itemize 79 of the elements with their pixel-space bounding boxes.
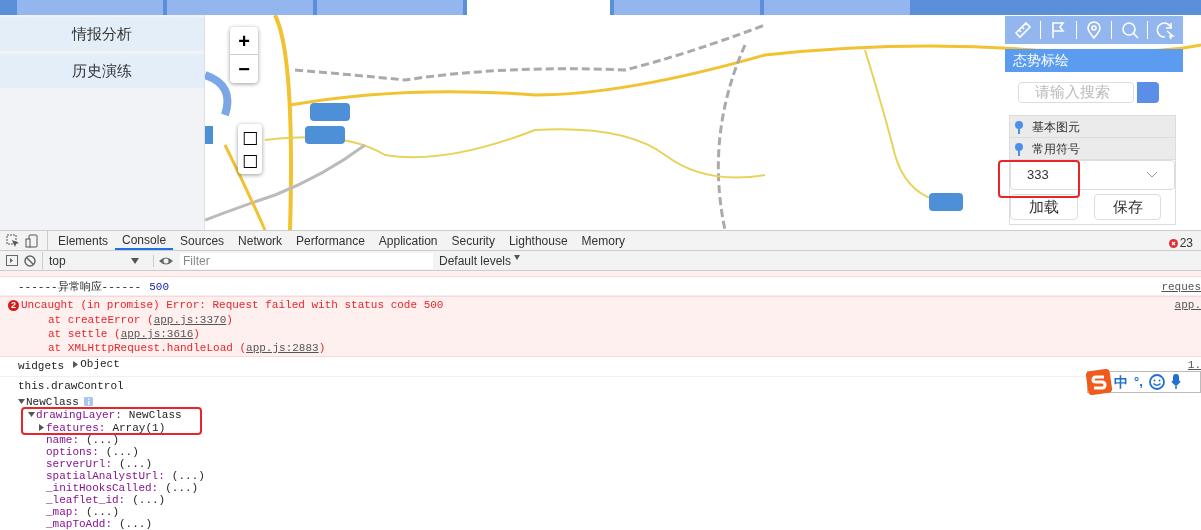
pin-icon xyxy=(1014,141,1024,156)
object-preview[interactable]: Object xyxy=(80,356,120,373)
search-icon[interactable] xyxy=(1119,20,1140,40)
expand-triangle-icon[interactable] xyxy=(18,398,25,405)
source-link[interactable]: reques xyxy=(1161,279,1201,296)
log-levels-label: Default levels xyxy=(439,252,512,270)
layer-item[interactable]: 常用符号 xyxy=(1010,138,1175,160)
console-text: widgets xyxy=(18,359,65,375)
devtools-tab[interactable]: Security xyxy=(444,231,502,250)
devtools-tab[interactable]: Memory xyxy=(574,231,632,250)
sidebar-toggle-icon[interactable] xyxy=(6,255,18,266)
select-value: 333 xyxy=(1027,166,1049,185)
zoom-out-button[interactable]: − xyxy=(230,55,258,83)
panel-title: 态势标绘 xyxy=(1005,49,1183,72)
property-entry[interactable]: NewClass xyxy=(26,395,79,408)
layer-item[interactable]: 基本图元 xyxy=(1010,116,1175,138)
source-link[interactable]: app.js:3370 xyxy=(153,314,227,326)
stack-trace-line: at createError (app.js:3370) xyxy=(47,313,234,326)
console-number: 500 xyxy=(149,279,170,295)
dropdown-arrow-icon xyxy=(514,254,521,260)
filter-field[interactable]: Filter xyxy=(180,252,433,269)
input-mode-toggle[interactable]: 中 xyxy=(1114,371,1128,393)
devtools-tab[interactable]: Elements xyxy=(51,231,116,250)
property-entry: spatialAnalystUrl: (...) xyxy=(46,470,205,482)
device-toolbar-icon[interactable] xyxy=(25,233,39,248)
property-entry: name: (...) xyxy=(46,434,120,446)
eye-icon[interactable] xyxy=(153,254,174,267)
map-control-button[interactable]: □ xyxy=(242,149,259,172)
source-link[interactable]: app.js:3616 xyxy=(120,328,194,340)
emoji-icon[interactable] xyxy=(1148,374,1165,390)
devtools-tab[interactable]: Network xyxy=(231,231,290,250)
context-dropdown[interactable]: top xyxy=(42,251,147,270)
property-entry: _leaflet_id: (...) xyxy=(46,494,166,506)
zoom-in-button[interactable]: + xyxy=(230,27,258,55)
layer-label: 基本图元 xyxy=(1032,118,1080,136)
devtools-tab[interactable]: Sources xyxy=(173,231,232,250)
pin-icon xyxy=(1014,119,1024,134)
load-button[interactable]: 加载 xyxy=(1010,194,1078,220)
refresh-cursor-icon[interactable] xyxy=(1155,20,1176,40)
context-label: top xyxy=(49,252,66,270)
stack-trace-line: at XMLHttpRequest.handleLoad (app.js:2883) xyxy=(47,341,327,354)
punctuation-toggle[interactable]: °, xyxy=(1134,372,1143,392)
property-entry[interactable]: drawingLayer: NewClass xyxy=(36,408,182,421)
property-entry: options: (...) xyxy=(46,446,139,458)
collapse-triangle-icon[interactable] xyxy=(38,424,45,431)
source-link[interactable]: 1. xyxy=(1187,357,1201,374)
devtools-tab[interactable]: Performance xyxy=(289,231,372,250)
property-entry[interactable]: features: Array(1) xyxy=(46,421,166,434)
log-levels-dropdown[interactable]: Default levels xyxy=(439,251,521,270)
sidebar-item[interactable]: 历史演练 xyxy=(0,54,204,88)
ruler-icon[interactable] xyxy=(1012,20,1033,40)
select-field[interactable]: 333 xyxy=(1010,160,1175,190)
error-count[interactable]: 23 xyxy=(1179,234,1193,252)
error-count-badge: 2 xyxy=(8,300,19,311)
map-control-button[interactable]: □ xyxy=(242,126,259,149)
chevron-down-icon xyxy=(1146,171,1158,179)
error-text: Uncaught (in promise) Error: Request failed with status code 500 xyxy=(21,298,444,314)
layer-label: 常用符号 xyxy=(1032,140,1080,158)
microphone-icon[interactable] xyxy=(1170,374,1181,390)
expand-triangle-icon[interactable] xyxy=(28,411,35,418)
property-entry: serverUrl: (...) xyxy=(46,458,153,470)
property-entry: _mapToAdd: (...) xyxy=(46,518,153,530)
clear-icon[interactable] xyxy=(24,254,36,267)
devtools-tab[interactable]: Lighthouse xyxy=(501,231,575,250)
console-text: this.drawControl xyxy=(18,380,124,394)
save-button[interactable]: 保存 xyxy=(1094,194,1161,220)
sidebar-item[interactable]: 情报分析 xyxy=(0,17,204,51)
error-icon xyxy=(1168,238,1178,248)
stack-trace-line: at settle (app.js:3616) xyxy=(47,327,201,340)
devtools-tab[interactable]: Application xyxy=(371,231,445,250)
console-text: ------异常响应------ xyxy=(18,279,142,295)
dropdown-arrow-icon xyxy=(131,257,139,264)
property-entry: _initHooksCalled: (...) xyxy=(46,482,199,494)
property-entry: _map: (...) xyxy=(46,506,120,518)
collapse-triangle-icon[interactable] xyxy=(72,361,80,368)
logo-icon[interactable] xyxy=(1086,369,1112,395)
inspect-icon[interactable] xyxy=(6,233,20,248)
search-field[interactable]: 请输入搜索 xyxy=(1018,82,1134,103)
source-link[interactable]: app.js:2883 xyxy=(246,342,319,354)
